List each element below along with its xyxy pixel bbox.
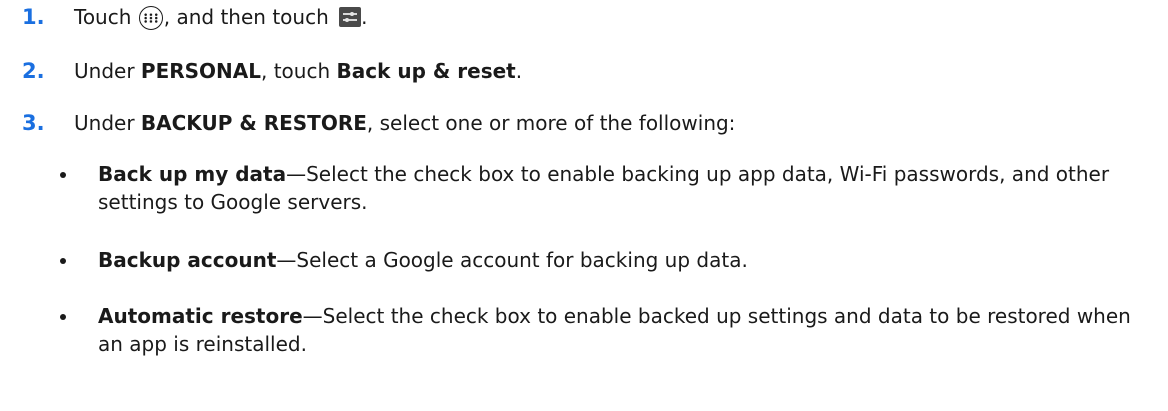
option-text: Backup account—Select a Google account f… — [98, 246, 1158, 274]
menu-label-back-up-reset: Back up & reset — [336, 59, 516, 83]
option-description: —Select a Google account for backing up … — [276, 248, 748, 272]
option-text: Automatic restore—Select the check box t… — [98, 302, 1158, 358]
bullet-dot — [60, 172, 66, 178]
menu-label-personal: PERSONAL — [140, 59, 261, 83]
option-title: Automatic restore — [98, 304, 303, 328]
step-text: Under BACKUP & RESTORE, select one or mo… — [74, 111, 736, 135]
bullet-dot — [60, 314, 66, 320]
settings-icon — [339, 7, 362, 27]
option-text: Back up my data—Select the check box to … — [98, 160, 1158, 216]
instructions-document: 1. Touch , and then touch . 2. Under PER… — [0, 0, 1168, 411]
apps-grid-icon — [138, 6, 163, 30]
step-number: 2. — [22, 59, 45, 83]
option-title: Back up my data — [98, 162, 287, 186]
bullet-dot — [60, 258, 66, 264]
option-title: Backup account — [98, 248, 277, 272]
step-number: 3. — [22, 111, 45, 135]
step-text: Touch , and then touch . — [74, 5, 368, 30]
menu-label-backup-restore: BACKUP & RESTORE — [140, 111, 367, 135]
step-number: 1. — [22, 5, 45, 29]
step-text: Under PERSONAL, touch Back up & reset. — [74, 59, 523, 83]
